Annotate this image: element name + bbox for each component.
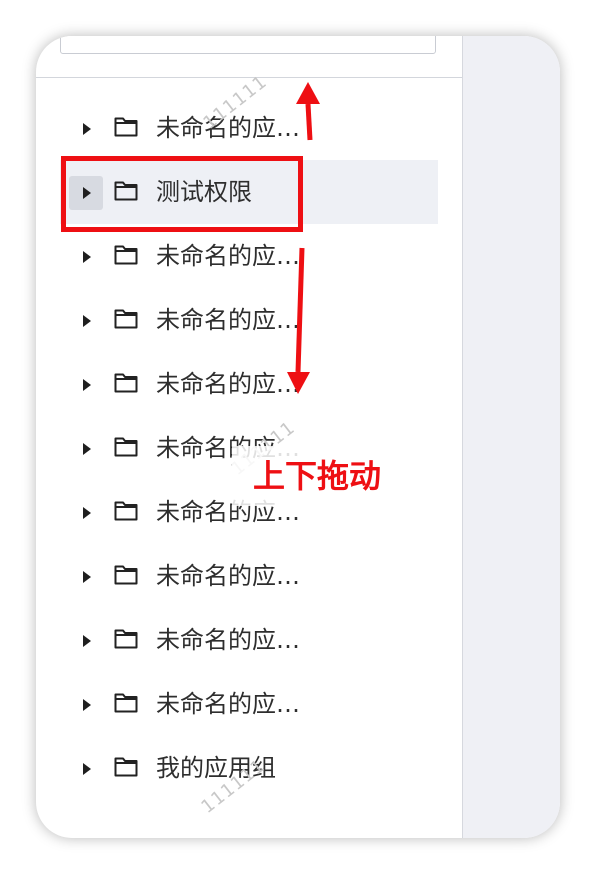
down-arrow-head-icon bbox=[287, 372, 310, 394]
up-arrow-head-icon bbox=[296, 82, 320, 104]
up-arrow-icon bbox=[305, 103, 313, 141]
drag-annotation-label: 上下拖动 bbox=[232, 446, 402, 506]
drag-arrows bbox=[287, 82, 320, 394]
down-arrow-icon bbox=[295, 247, 305, 373]
